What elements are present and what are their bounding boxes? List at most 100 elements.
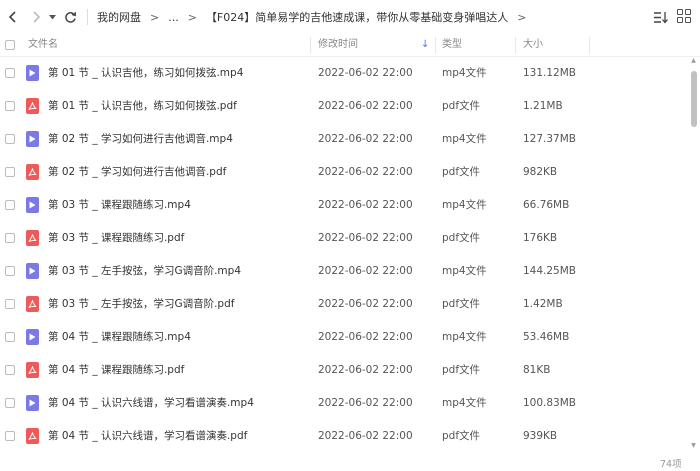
file-modified-time: 2022-06-02 22:00 xyxy=(318,430,413,442)
breadcrumb-item-root[interactable]: 我的网盘 xyxy=(97,9,141,25)
file-type: pdf文件 xyxy=(442,100,481,112)
row-checkbox[interactable] xyxy=(5,266,15,276)
file-size: 81KB xyxy=(523,364,551,376)
row-checkbox[interactable] xyxy=(5,134,15,144)
file-name: 第 02 节 _ 学习如何进行吉他调音.pdf xyxy=(48,166,227,178)
column-header-type[interactable]: 类型 xyxy=(442,33,462,57)
file-modified-time: 2022-06-02 22:00 xyxy=(318,100,413,112)
row-checkbox[interactable] xyxy=(5,167,15,177)
file-type: mp4文件 xyxy=(442,265,487,277)
table-row[interactable]: 第 04 节 _ 课程跟随练习.pdf 2022-06-02 22:00 pdf文件… xyxy=(0,354,688,387)
file-name: 第 04 节 _ 认识六线谱，学习看谱演奏.pdf xyxy=(48,430,248,442)
file-size: 982KB xyxy=(523,166,558,178)
video-file-icon xyxy=(26,197,39,213)
file-name: 第 04 节 _ 课程跟随练习.pdf xyxy=(48,364,185,376)
file-name: 第 04 节 _ 认识六线谱，学习看谱演奏.mp4 xyxy=(48,397,254,409)
pdf-file-icon xyxy=(26,296,39,312)
file-modified-time: 2022-06-02 22:00 xyxy=(318,133,413,145)
refresh-icon[interactable] xyxy=(62,7,78,27)
table-row[interactable]: 第 04 节 _ 认识六线谱，学习看谱演奏.pdf 2022-06-02 22:0… xyxy=(0,420,688,453)
file-name: 第 03 节 _ 左手按弦，学习G调音阶.mp4 xyxy=(48,265,242,277)
table-row[interactable]: 第 01 节 _ 认识吉他，练习如何拨弦.pdf 2022-06-02 22:00… xyxy=(0,90,688,123)
video-file-icon xyxy=(26,65,39,81)
column-divider[interactable] xyxy=(435,37,436,53)
scrollbar-thumb[interactable] xyxy=(691,71,697,127)
column-header-name[interactable]: 文件名 xyxy=(28,33,58,57)
item-count: 74项 xyxy=(660,459,682,470)
chevron-left-icon[interactable] xyxy=(4,7,20,27)
file-name: 第 03 节 _ 课程跟随练习.pdf xyxy=(48,232,185,244)
file-name: 第 03 节 _ 课程跟随练习.mp4 xyxy=(48,199,191,211)
row-checkbox[interactable] xyxy=(5,365,15,375)
file-name: 第 03 节 _ 左手按弦，学习G调音阶.pdf xyxy=(48,298,235,310)
top-navigation-bar: 我的网盘 > ... > 【F024】简单易学的吉他速成课，带你从零基础变身弹唱… xyxy=(0,0,700,33)
table-row[interactable]: 第 03 节 _ 课程跟随练习.mp4 2022-06-02 22:00 mp4文件… xyxy=(0,189,688,222)
sort-list-icon[interactable] xyxy=(652,9,668,25)
table-row[interactable]: 第 03 节 _ 左手按弦，学习G调音阶.pdf 2022-06-02 22:00… xyxy=(0,288,688,321)
file-type: mp4文件 xyxy=(442,133,487,145)
file-modified-time: 2022-06-02 22:00 xyxy=(318,298,413,310)
video-file-icon xyxy=(26,131,39,147)
chevron-right-icon[interactable] xyxy=(28,7,44,27)
scroll-down-icon[interactable]: ▼ xyxy=(690,442,697,450)
file-size: 1.21MB xyxy=(523,100,563,112)
column-divider[interactable] xyxy=(310,37,311,53)
file-name: 第 04 节 _ 课程跟随练习.mp4 xyxy=(48,331,191,343)
table-row[interactable]: 第 04 节 _ 课程跟随练习.mp4 2022-06-02 22:00 mp4文件… xyxy=(0,321,688,354)
file-modified-time: 2022-06-02 22:00 xyxy=(318,166,413,178)
file-size: 144.25MB xyxy=(523,265,577,277)
file-size: 939KB xyxy=(523,430,558,442)
file-size: 66.76MB xyxy=(523,199,570,211)
file-modified-time: 2022-06-02 22:00 xyxy=(318,265,413,277)
column-header-modified[interactable]: 修改时间 xyxy=(318,33,358,57)
row-checkbox[interactable] xyxy=(5,299,15,309)
sort-descending-icon: ↓ xyxy=(421,39,430,50)
breadcrumb-item-ellipsis[interactable]: ... xyxy=(168,11,179,24)
pdf-file-icon xyxy=(26,362,39,378)
file-modified-time: 2022-06-02 22:00 xyxy=(318,364,413,376)
breadcrumb-item-current[interactable]: 【F024】简单易学的吉他速成课，带你从零基础变身弹唱达人 xyxy=(206,9,508,25)
toolbar-divider xyxy=(87,9,88,25)
scroll-up-icon[interactable]: ▲ xyxy=(690,57,697,65)
file-type: mp4文件 xyxy=(442,331,487,343)
file-type: pdf文件 xyxy=(442,298,481,310)
column-divider[interactable] xyxy=(515,37,516,53)
pdf-file-icon xyxy=(26,164,39,180)
row-checkbox[interactable] xyxy=(5,200,15,210)
video-file-icon xyxy=(26,395,39,411)
grid-view-icon[interactable] xyxy=(677,9,691,23)
table-row[interactable]: 第 01 节 _ 认识吉他，练习如何拨弦.mp4 2022-06-02 22:00… xyxy=(0,57,688,90)
table-row[interactable]: 第 02 节 _ 学习如何进行吉他调音.mp4 2022-06-02 22:00 m… xyxy=(0,123,688,156)
table-row[interactable]: 第 02 节 _ 学习如何进行吉他调音.pdf 2022-06-02 22:00 p… xyxy=(0,156,688,189)
file-size: 131.12MB xyxy=(523,67,577,79)
pdf-file-icon xyxy=(26,98,39,114)
row-checkbox[interactable] xyxy=(5,398,15,408)
pdf-file-icon xyxy=(26,428,39,444)
pdf-file-icon xyxy=(26,230,39,246)
file-type: mp4文件 xyxy=(442,397,487,409)
column-divider[interactable] xyxy=(589,37,590,53)
table-row[interactable]: 第 04 节 _ 认识六线谱，学习看谱演奏.mp4 2022-06-02 22:0… xyxy=(0,387,688,420)
file-name: 第 01 节 _ 认识吉他，练习如何拨弦.pdf xyxy=(48,100,237,112)
breadcrumb-separator[interactable]: > xyxy=(517,11,526,24)
table-header: 文件名 修改时间 ↓ 类型 大小 xyxy=(0,33,700,57)
file-size: 53.46MB xyxy=(523,331,570,343)
breadcrumb-separator: > xyxy=(187,10,197,24)
file-name: 第 01 节 _ 认识吉他，练习如何拨弦.mp4 xyxy=(48,67,244,79)
file-modified-time: 2022-06-02 22:00 xyxy=(318,232,413,244)
table-row[interactable]: 第 03 节 _ 课程跟随练习.pdf 2022-06-02 22:00 pdf文件… xyxy=(0,222,688,255)
row-checkbox[interactable] xyxy=(5,233,15,243)
row-checkbox[interactable] xyxy=(5,431,15,441)
file-modified-time: 2022-06-02 22:00 xyxy=(318,331,413,343)
file-modified-time: 2022-06-02 22:00 xyxy=(318,67,413,79)
column-header-size[interactable]: 大小 xyxy=(523,33,543,57)
table-row[interactable]: 第 03 节 _ 左手按弦，学习G调音阶.mp4 2022-06-02 22:00… xyxy=(0,255,688,288)
file-type: pdf文件 xyxy=(442,232,481,244)
row-checkbox[interactable] xyxy=(5,68,15,78)
file-size: 1.42MB xyxy=(523,298,563,310)
row-checkbox[interactable] xyxy=(5,332,15,342)
file-type: pdf文件 xyxy=(442,430,481,442)
select-all-checkbox[interactable] xyxy=(5,40,15,50)
caret-down-icon[interactable] xyxy=(47,7,57,27)
row-checkbox[interactable] xyxy=(5,101,15,111)
